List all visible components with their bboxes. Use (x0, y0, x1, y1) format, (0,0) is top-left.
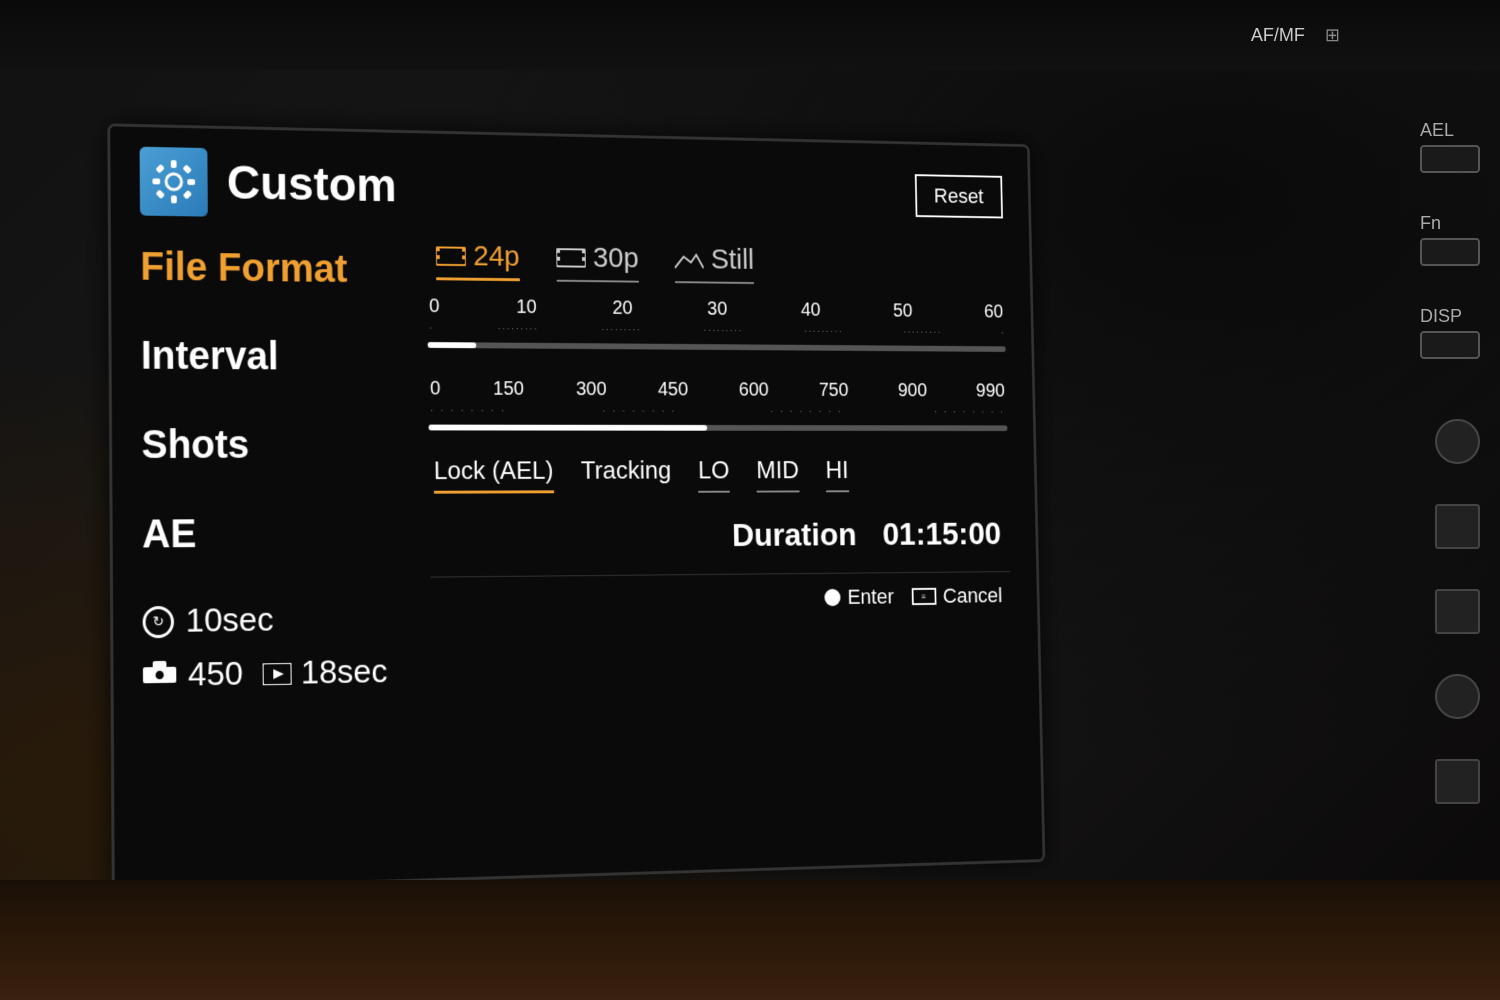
menu-icon: ≡ (911, 588, 936, 605)
ae-lo-option[interactable]: LO (698, 455, 730, 488)
afmf-label: AF/MF ⊞ (1251, 25, 1340, 46)
interval-time-value: 10sec (186, 601, 274, 641)
ae-tracking-option[interactable]: Tracking (581, 456, 672, 490)
interval-menu-item: Interval (141, 334, 410, 380)
fn-label: Fn (1420, 213, 1480, 266)
duration-label: Duration (732, 517, 857, 554)
main-content: File Format Interval Shots AE (140, 235, 1016, 847)
ae-lock-option[interactable]: Lock (AEL) (434, 456, 554, 490)
sliders-area: 0 10 20 30 40 50 60 · · · · (427, 296, 1008, 437)
ael-label: AEL (1420, 120, 1480, 173)
reset-button[interactable]: Reset (914, 174, 1003, 218)
ae-label: AE (142, 512, 197, 556)
interval-slider-row: 0 10 20 30 40 50 60 · · · · (427, 296, 1006, 358)
disp-label: DISP (1420, 306, 1480, 359)
side-button-1[interactable] (1435, 419, 1480, 464)
playback-duration-value: 18sec (301, 653, 388, 693)
screen-header: Custom Reset (140, 147, 1004, 230)
ae-options: Lock (AEL) Tracking LO MID HI (429, 455, 1009, 490)
side-button-4[interactable] (1435, 674, 1480, 719)
file-format-options: 24p 30p (426, 240, 1004, 284)
side-button-2[interactable] (1435, 504, 1480, 549)
shots-menu-item: Shots (141, 423, 410, 468)
shots-slider[interactable] (429, 419, 1008, 437)
shots-value-row: 450 18sec (143, 652, 413, 695)
left-labels: File Format Interval Shots AE (140, 235, 414, 847)
file-format-menu-item: File Format (140, 245, 408, 292)
format-24p-label: 24p (473, 240, 520, 273)
screen-content: Custom Reset File Format Interval Shots (110, 126, 1042, 888)
enter-circle-icon (824, 589, 840, 606)
shots-label: Shots (141, 423, 249, 467)
enter-label: Enter (847, 585, 894, 610)
duration-row: Duration 01:15:00 (430, 516, 1010, 557)
shots-slider-row: 0 150 300 450 600 750 900 990 (428, 378, 1008, 437)
header-title: Custom (227, 156, 397, 213)
shots-track (429, 425, 1008, 431)
format-still-label: Still (711, 244, 755, 277)
lcd-screen: Custom Reset File Format Interval Shots (107, 123, 1045, 891)
ae-menu-item: AE (142, 511, 411, 557)
side-button-5[interactable] (1435, 759, 1480, 804)
ae-mid-option[interactable]: MID (756, 455, 799, 488)
bottom-values: ↻ 10sec (143, 599, 413, 695)
interval-scale: 0 10 20 30 40 50 60 (427, 296, 1005, 324)
shots-fill (429, 425, 707, 431)
interval-circle-icon: ↻ (143, 605, 175, 637)
format-24p[interactable]: 24p (436, 240, 520, 278)
cancel-label: Cancel (943, 583, 1003, 608)
interval-fill (428, 342, 476, 348)
interval-track (428, 342, 1006, 352)
shots-count-value: 450 (188, 655, 243, 695)
ae-hi-option[interactable]: HI (825, 455, 849, 488)
format-30p[interactable]: 30p (556, 241, 639, 278)
playback-row: 18sec (262, 653, 387, 694)
bottom-controls: Enter ≡ Cancel (430, 571, 1011, 615)
interval-label: Interval (141, 334, 279, 378)
table-surface (0, 880, 1500, 1000)
camera-side-controls: AEL Fn DISP (1420, 120, 1480, 804)
file-format-label: File Format (140, 245, 347, 291)
interval-value-row: ↻ 10sec (143, 599, 413, 641)
shots-scale: 0 150 300 450 600 750 900 990 (428, 378, 1007, 402)
camera-icon (143, 659, 177, 693)
format-still[interactable]: Still (675, 243, 755, 280)
custom-icon (140, 147, 208, 217)
right-panel: 24p 30p (408, 239, 1016, 839)
cancel-control[interactable]: ≡ Cancel (911, 583, 1002, 608)
interval-slider[interactable] (428, 336, 1006, 357)
format-30p-label: 30p (593, 242, 639, 275)
duration-value: 01:15:00 (882, 516, 1001, 553)
side-button-3[interactable] (1435, 589, 1480, 634)
lcd-screen-wrapper: Custom Reset File Format Interval Shots (48, 58, 1001, 838)
enter-control[interactable]: Enter (824, 585, 894, 610)
afmf-text: AF/MF (1251, 25, 1305, 45)
